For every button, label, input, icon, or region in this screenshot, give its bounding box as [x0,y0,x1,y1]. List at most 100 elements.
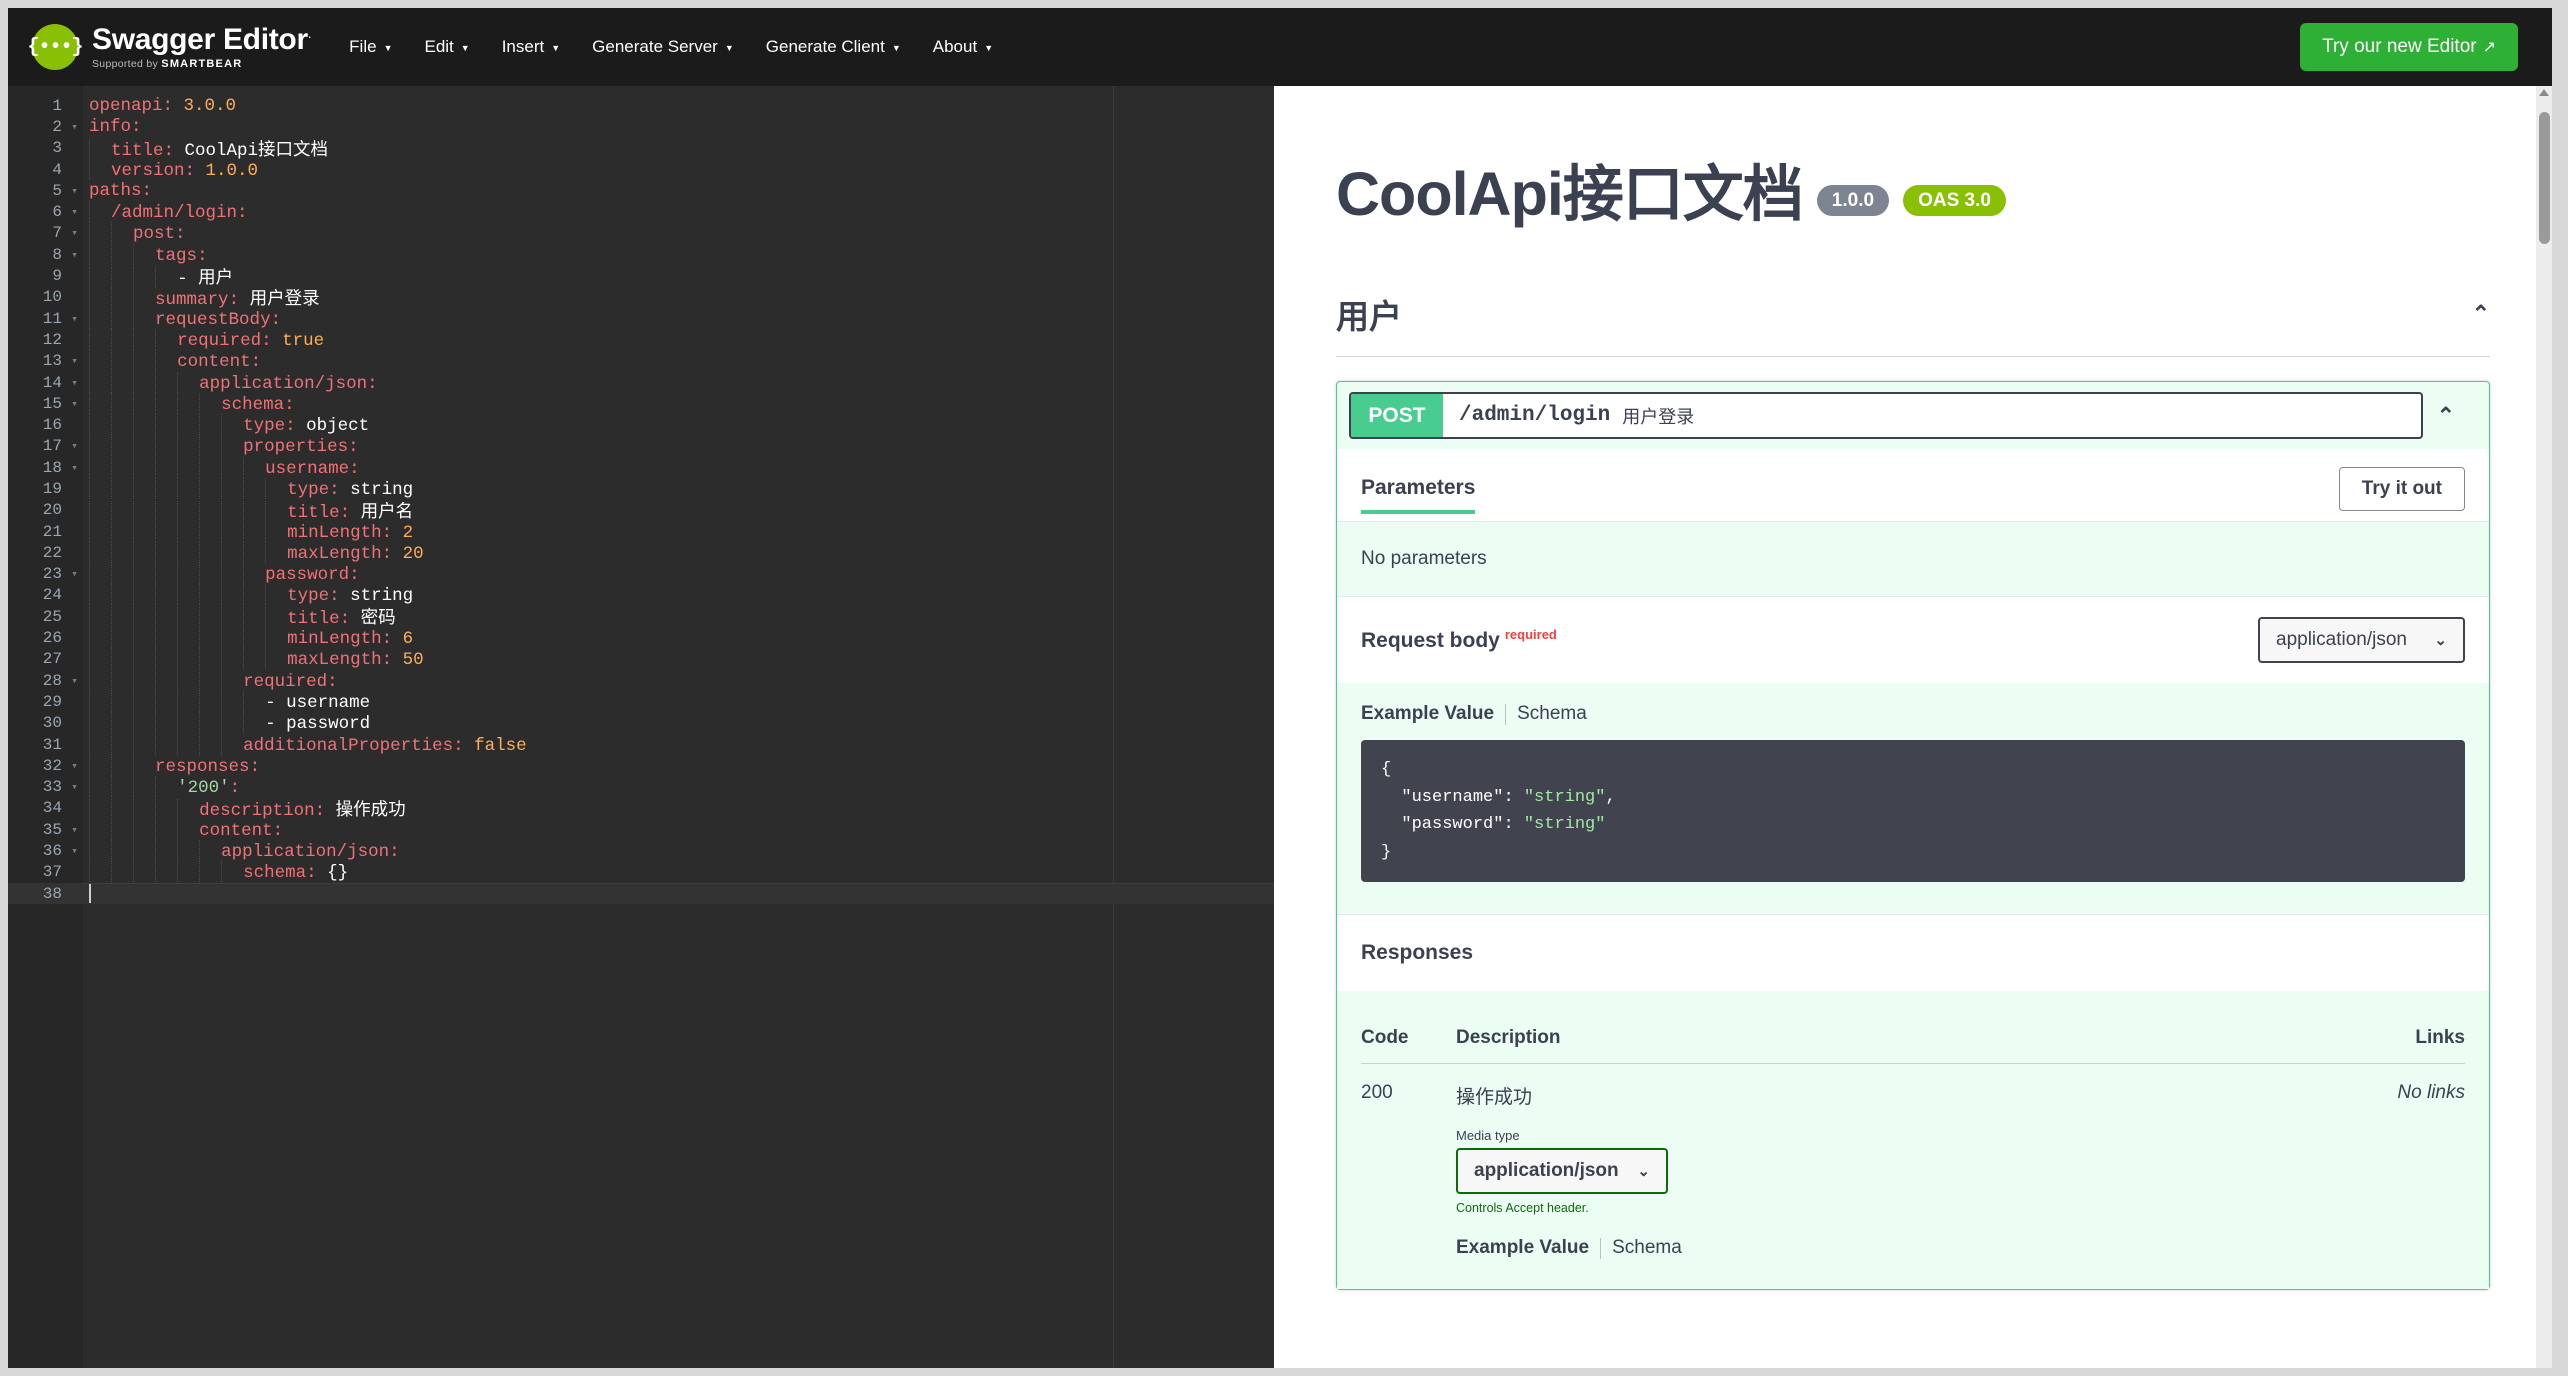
code-lines-container[interactable]: 1 openapi: 3.0.0 2 ▾ info: 3 title: CoolApi接口… [8,86,1274,905]
code-line[interactable]: 16 type: object [8,414,1274,436]
code-line[interactable]: 23 ▾ password: [8,563,1274,585]
code-line[interactable]: 27 maxLength: 50 [8,648,1274,670]
code-line[interactable]: 3 title: CoolApi接口文档 [8,138,1274,161]
menu-insert-label: Insert [501,37,545,56]
menu-edit[interactable]: Edit ▼ [408,27,485,67]
code-line[interactable]: 33 ▾ '200': [8,776,1274,798]
request-example-code[interactable]: { "username": "string", "password": "str… [1361,740,2465,883]
code-line[interactable]: 21 minLength: 2 [8,520,1274,543]
code-line[interactable]: 8 ▾ tags: [8,243,1274,266]
code-line[interactable]: 24 type: string [8,584,1274,606]
fold-toggle-icon[interactable]: ▾ [66,674,83,688]
code-line[interactable]: 19 type: string [8,478,1274,500]
code-line[interactable]: 32 ▾ responses: [8,754,1274,777]
scrollbar-thumb[interactable] [2539,112,2550,244]
code-line[interactable]: 20 title: 用户名 [8,500,1274,523]
code-line[interactable]: 17 ▾ properties: [8,435,1274,457]
response-code: 200 [1361,1082,1393,1104]
code-line[interactable]: 29 - username [8,690,1274,713]
code-line[interactable]: 9 - 用户 [8,265,1274,289]
fold-toggle-icon[interactable]: ▾ [66,439,83,453]
code-line[interactable]: 13 ▾ content: [8,350,1274,372]
fold-toggle-icon[interactable]: ▾ [66,248,83,262]
code-text: additionalProperties: false [83,733,527,756]
fold-toggle-icon[interactable]: ▾ [66,205,83,219]
tab-schema[interactable]: Schema [1506,703,1587,725]
fold-toggle-icon[interactable]: ▾ [66,120,83,134]
indent-guide [155,607,157,629]
code-line[interactable]: 37 schema: {} [8,861,1274,883]
try-it-out-button[interactable]: Try it out [2338,467,2465,511]
line-number: 3 [52,139,62,158]
menu-generate-server[interactable]: Generate Server ▼ [576,27,750,67]
code-line[interactable]: 38 [8,882,1274,905]
code-line[interactable]: 25 title: 密码 [8,606,1274,629]
fold-toggle-icon[interactable]: ▾ [66,312,83,326]
fold-toggle-icon[interactable]: ▾ [66,461,83,475]
editor-vertical-scrollbar[interactable] [1260,86,1274,1368]
tag-header[interactable]: 用户 ⌃ [1336,290,2490,357]
fold-toggle-icon[interactable]: ▾ [66,780,83,794]
fold-toggle-icon[interactable]: ▾ [66,397,83,411]
code-text: maxLength: 50 [83,648,424,670]
chevron-up-icon[interactable]: ⌃ [2423,403,2469,429]
code-line[interactable]: 26 minLength: 6 [8,627,1274,649]
responses-table-head: Code Description Links [1361,1013,2465,1065]
code-text: requestBody: [83,307,281,330]
code-line[interactable]: 28 ▾ required: [8,669,1274,692]
yaml-code-editor[interactable]: 1 openapi: 3.0.0 2 ▾ info: 3 title: CoolApi接口… [8,86,1274,1368]
menu-insert[interactable]: Insert ▼ [486,27,576,67]
code-line[interactable]: 15 ▾ schema: [8,392,1274,415]
chevron-up-icon[interactable]: ⌃ [2472,301,2490,327]
code-line[interactable]: 34 description: 操作成功 [8,798,1274,821]
fold-toggle-icon[interactable]: ▾ [66,226,83,240]
fold-toggle-icon[interactable]: ▾ [66,823,83,837]
brand-text-block: Swagger Editor. Supported by SMARTBEAR [92,24,311,70]
code-line[interactable]: 18 ▾ username: [8,456,1274,479]
indent-guide [155,392,157,414]
fold-toggle-icon[interactable]: ▾ [66,354,83,368]
code-line[interactable]: 6 ▾ /admin/login: [8,201,1274,223]
code-line[interactable]: 30 - password [8,712,1274,734]
code-line[interactable]: 2 ▾ info: [8,116,1274,137]
code-line[interactable]: 11 ▾ requestBody: [8,307,1274,330]
fold-toggle-icon[interactable]: ▾ [66,376,83,390]
code-text: schema: [83,392,295,415]
menu-generate-client[interactable]: Generate Client ▼ [750,27,917,67]
operation-summary-bar[interactable]: POST /admin/login 用户登录 ⌃ [1337,382,2489,449]
fold-toggle-icon[interactable]: ▾ [66,567,83,581]
supported-by-prefix: Supported by [92,57,159,70]
menu-file[interactable]: File ▼ [333,27,408,67]
code-line[interactable]: 4 version: 1.0.0 [8,158,1274,181]
try-new-editor-button[interactable]: Try our new Editor ↗ [2300,23,2518,71]
scroll-up-arrow-icon[interactable] [2539,89,2549,96]
menu-about[interactable]: About ▼ [917,27,1009,67]
code-text: version: 1.0.0 [83,158,258,181]
fold-toggle-icon[interactable]: ▾ [66,844,83,858]
tab-example-value[interactable]: Example Value [1456,1237,1600,1259]
code-line[interactable]: 7 ▾ post: [8,222,1274,244]
code-line[interactable]: 10 summary: 用户登录 [8,287,1274,310]
code-line[interactable]: 22 maxLength: 20 [8,541,1274,564]
line-number: 34 [42,799,62,818]
indent-guide [111,243,113,265]
fold-toggle-icon[interactable]: ▾ [66,184,83,198]
tab-parameters[interactable]: Parameters [1361,476,1476,514]
code-line[interactable]: 1 openapi: 3.0.0 [8,95,1274,116]
tab-example-value[interactable]: Example Value [1361,703,1505,725]
code-line[interactable]: 12 required: true [8,328,1274,351]
code-line[interactable]: 5 ▾ paths: [8,180,1274,201]
page-vertical-scrollbar[interactable] [2536,86,2552,1368]
indent-guide [111,776,113,798]
code-line[interactable]: 14 ▾ application/json: [8,371,1274,394]
response-media-type-select[interactable]: application/json ⌄ [1456,1148,1668,1195]
brand[interactable]: {•••} Swagger Editor. Supported by SMART… [28,24,311,70]
tab-schema[interactable]: Schema [1601,1237,1682,1259]
fold-toggle-icon[interactable]: ▾ [66,759,83,773]
code-line[interactable]: 36 ▾ application/json: [8,840,1274,862]
code-text: content: [83,350,261,372]
request-content-type-select[interactable]: application/json ⌄ [2258,617,2465,663]
code-line[interactable]: 31 additionalProperties: false [8,733,1274,756]
code-line[interactable]: 35 ▾ content: [8,818,1274,841]
indent-guide [155,712,157,734]
